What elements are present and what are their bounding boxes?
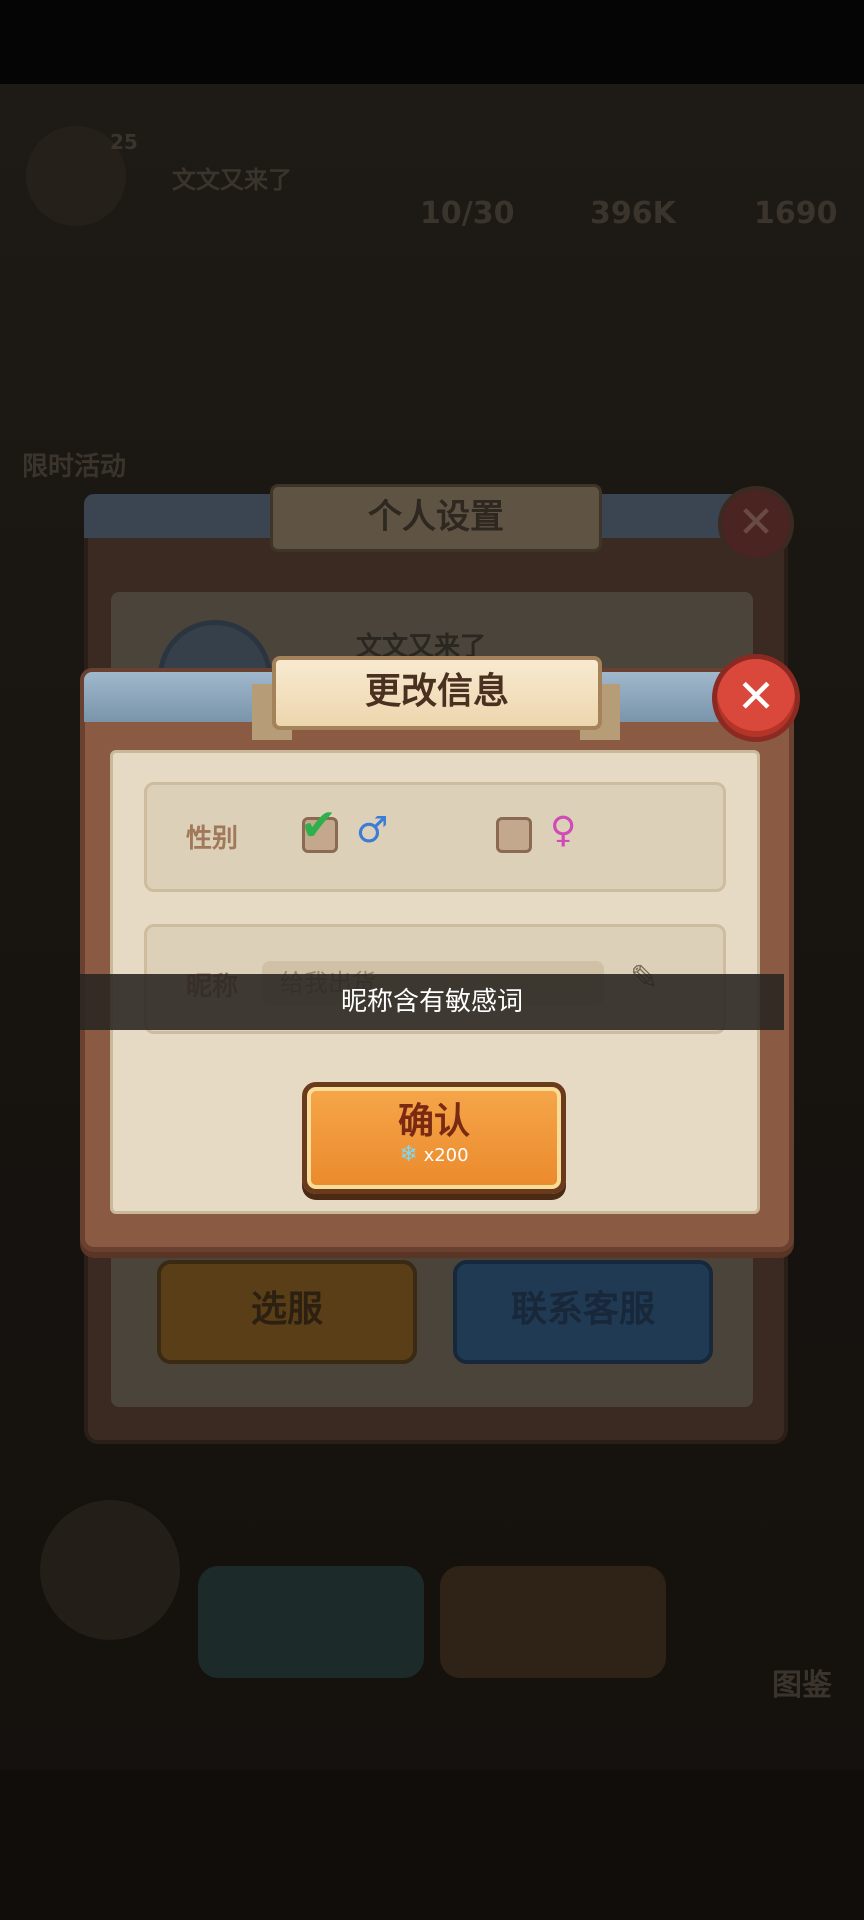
player-name-dim: 文文又来了: [172, 166, 292, 194]
gem-icon: ❄: [399, 1142, 418, 1167]
contact-support-button: 联系客服: [453, 1260, 713, 1364]
dialog-title: 更改信息: [272, 656, 602, 730]
settings-title-dim: 个人设置: [270, 484, 602, 552]
error-toast: 昵称含有敏感词: [80, 974, 784, 1030]
status-bar: [0, 0, 864, 84]
checkmark-icon: ✔: [300, 800, 337, 851]
female-icon: ♀: [550, 810, 577, 851]
bottom-nav-dim: [0, 1770, 864, 1920]
close-button[interactable]: ✕: [712, 654, 800, 742]
male-icon: ♂: [356, 810, 389, 851]
female-checkbox[interactable]: [496, 817, 532, 853]
confirm-cost: ❄ x200: [302, 1142, 566, 1167]
bottom-orange-button-dim: [440, 1566, 666, 1678]
confirm-label: 确认: [397, 1101, 470, 1142]
stamina-dim: 10/30: [420, 196, 515, 231]
event-label-dim: 限时活动: [22, 452, 127, 482]
confirm-cost-value: x200: [423, 1145, 469, 1166]
gender-label: 性别: [186, 824, 239, 854]
player-level-dim: 25: [110, 130, 138, 154]
coins-dim: 396K: [590, 196, 676, 231]
gems-dim: 1690: [754, 196, 838, 231]
select-server-button: 选服: [157, 1260, 417, 1364]
bottom-teal-button-dim: [198, 1566, 424, 1678]
codex-label-dim: 图鉴: [772, 1668, 832, 1703]
settings-close-icon-dim: ✕: [718, 486, 794, 562]
bottom-building-dim: [40, 1500, 180, 1640]
